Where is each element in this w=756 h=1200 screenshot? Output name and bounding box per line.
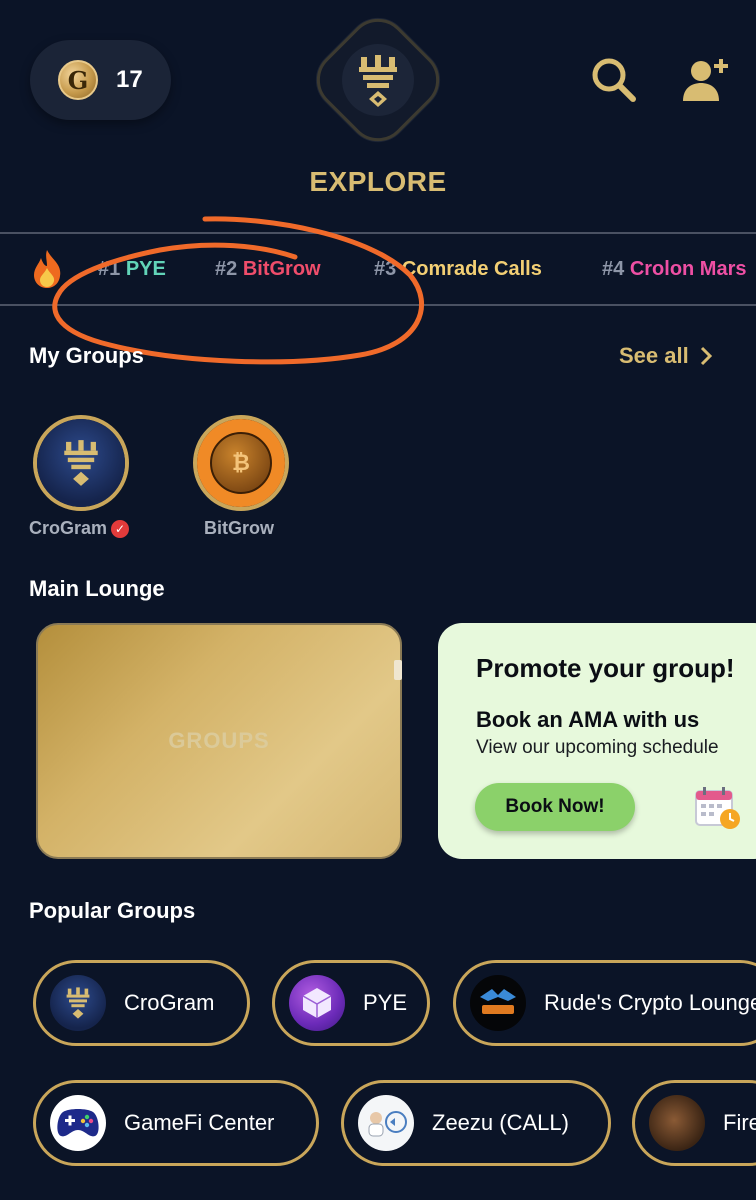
popular-group-label: Rude's Crypto Lounge [544,990,756,1015]
bitcoin-icon: ₿ [210,432,272,494]
popular-group-pye[interactable]: PYE [272,960,430,1046]
promo-description: View our upcoming schedule [476,737,719,758]
groups-card-label: GROUPS [168,728,270,753]
promote-group-card[interactable]: Promote your group! Book an AMA with us … [438,623,756,859]
card-notch [394,660,402,680]
my-group-crogram-avatar[interactable] [33,415,129,511]
page-title: EXPLORE [309,166,447,197]
calendar-icon [695,787,740,829]
fire-group-avatar [649,1095,705,1151]
my-group-crogram-label: CroGram ✓ [29,518,130,539]
app-logo [304,6,452,154]
zeezu-logo-icon [368,1111,407,1137]
crogram-logo-icon [66,987,90,1019]
popular-group-label: Zeezu (CALL) [432,1110,569,1135]
trending-item-crolon-mars[interactable]: #4 Crolon Mars [602,258,747,281]
search-button[interactable] [586,52,642,108]
rudes-logo-icon [480,989,516,1014]
search-icon [592,58,636,102]
coin-icon: G [58,60,98,100]
main-lounge-title: Main Lounge [29,576,165,601]
verified-badge-icon: ✓ [111,519,130,538]
my-group-bitgrow-avatar[interactable]: ₿ [193,415,289,511]
popular-group-rudes-crypto-lounge[interactable]: Rude's Crypto Lounge [453,960,756,1046]
gamefi-avatar [50,1095,106,1151]
coin-count: 17 [116,66,143,93]
pye-avatar [289,975,345,1031]
gamepad-icon [57,1109,99,1137]
my-groups-title: My Groups [29,343,144,368]
my-group-bitgrow-label: BitGrow [204,518,274,538]
coin-balance[interactable]: G 17 [30,40,171,120]
see-all-link[interactable]: See all [619,343,713,369]
popular-group-gamefi-center[interactable]: GameFi Center [33,1080,319,1166]
chevron-right-icon [700,346,712,366]
crogram-logo-icon [64,440,98,486]
groups-lounge-card[interactable]: GROUPS [36,623,402,859]
hexagon-icon [302,988,332,1018]
add-user-icon [683,59,728,101]
popular-group-label: GameFi Center [124,1110,275,1135]
crogram-avatar [50,975,106,1031]
book-now-button[interactable]: Book Now! [475,783,635,831]
popular-groups-title: Popular Groups [29,898,196,923]
promo-title: Promote your group! [476,653,735,683]
zeezu-avatar [358,1095,414,1151]
popular-group-label: CroGram [124,990,215,1015]
popular-group-zeezu-call[interactable]: Zeezu (CALL) [341,1080,611,1166]
popular-group-crogram[interactable]: CroGram [33,960,250,1046]
add-user-button[interactable] [678,52,734,108]
popular-group-fire[interactable]: Fire [632,1080,756,1166]
crown-logo-icon [359,55,397,107]
rudes-avatar [470,975,526,1031]
popular-group-label: Fire [723,1110,756,1135]
popular-group-label: PYE [363,990,408,1015]
promo-subtitle: Book an AMA with us [476,707,700,732]
